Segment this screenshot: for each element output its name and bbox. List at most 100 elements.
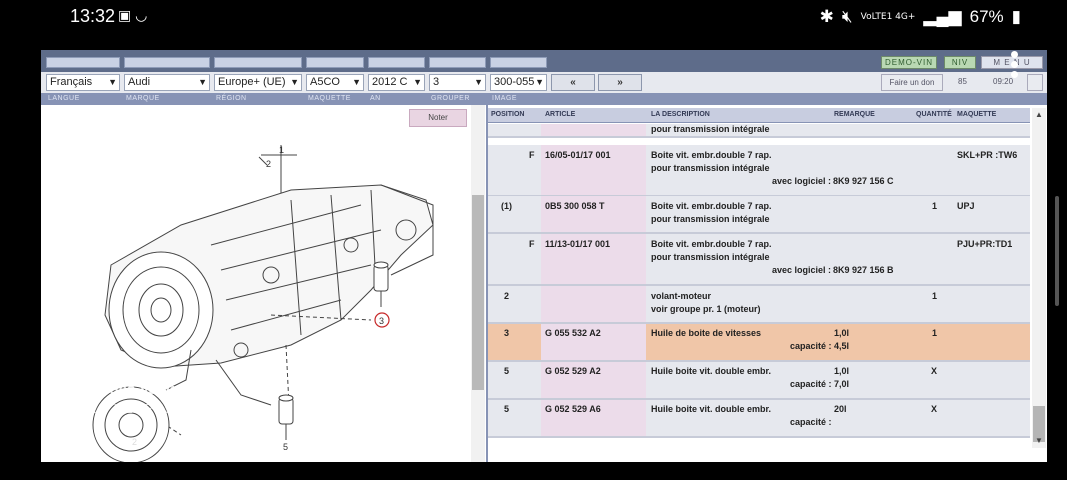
position-value: 3 — [504, 328, 510, 338]
quantity-value: 1 — [932, 328, 938, 338]
year-select[interactable]: 2012 C ▼ — [368, 74, 425, 91]
chevron-down-icon: ▼ — [413, 77, 422, 87]
previous-button[interactable]: « — [551, 74, 595, 91]
network-label: VoLTE1 4G+ — [860, 11, 916, 22]
demo-vin-button[interactable]: DEMO-VIN — [881, 56, 937, 69]
chevron-down-icon: ▼ — [352, 77, 361, 87]
remark-value: 20l — [834, 404, 847, 414]
label-region: RÉGION — [216, 95, 247, 102]
table-scrollbar[interactable]: ▲ ▼ — [1032, 108, 1046, 448]
position-value: 2 — [504, 291, 510, 301]
mute-icon: 🔇︎ — [841, 7, 853, 26]
signal-icon: ▂▄▆ — [923, 7, 962, 26]
quantity-value: 1 — [932, 291, 938, 301]
remark-label: capacité : — [790, 379, 832, 389]
table-header: POSITION ARTICLE LA DESCRIPTION REMARQUE… — [488, 108, 1030, 123]
quantity-value: X — [931, 366, 938, 376]
diagram-scrollbar[interactable] — [471, 105, 485, 462]
article-value: G 052 529 A6 — [545, 404, 601, 414]
status-bar: 13:32 ▣ ◡ ✱ 🔇︎ VoLTE1 4G+ ▂▄▆ 67% ▮ — [0, 0, 1067, 34]
table-row[interactable]: 5 G 052 529 A2 Huile boite vit. double e… — [488, 362, 1030, 400]
callout-2: 2 — [266, 159, 271, 169]
donate-button[interactable]: Faire un don — [881, 74, 943, 91]
chevron-down-icon: ▼ — [198, 77, 207, 87]
label-language: LANGUE — [48, 95, 80, 102]
model-value: UPJ — [957, 201, 975, 211]
callout-3: 3 — [379, 316, 384, 326]
flag-cell: F — [529, 150, 535, 160]
description-line: Boite vit. embr.double 7 rap. — [651, 150, 772, 160]
toolbar-field — [429, 57, 486, 68]
col-remark: REMARQUE — [834, 111, 875, 118]
article-value: G 055 532 A2 — [545, 328, 601, 338]
video-frame[interactable]: DEMO-VIN NIV M E N U Français▼ Audi▼ Eur… — [41, 50, 1047, 462]
remark-value: 1,0l — [834, 366, 850, 376]
table-row[interactable]: (1) 0B5 300 058 T Boite vit. embr.double… — [488, 196, 1030, 234]
description-line: Huile de boite de vitesses — [651, 328, 762, 338]
next-button[interactable]: » — [598, 74, 642, 91]
description-line: voir groupe pr. 1 (moteur) — [651, 304, 761, 314]
video-overlay: Scalpa des Vosges IL Y A 3 HEURES — [57, 381, 192, 416]
remark-value: 1,0l — [834, 328, 850, 338]
callout-5: 5 — [283, 442, 288, 452]
description-line: Boite vit. embr.double 7 rap. — [651, 201, 772, 211]
scroll-up-icon[interactable]: ▲ — [1035, 110, 1043, 119]
scroll-rail — [1055, 196, 1059, 306]
table-row[interactable]: 5 G 052 529 A6 Huile boite vit. double e… — [488, 400, 1030, 438]
description-line: pour transmission intégrale — [651, 163, 770, 173]
channel-name: Scalpa des Vosges — [57, 381, 192, 398]
niv-button[interactable]: NIV — [944, 56, 976, 69]
scroll-down-icon[interactable]: ▼ — [1035, 436, 1043, 445]
region-select[interactable]: Europe+ (UE) ▼ — [214, 74, 302, 91]
table-row[interactable]: F 11/13-01/17 001 Boite vit. embr.double… — [488, 234, 1030, 286]
quantity-value: 1 — [932, 201, 938, 211]
table-row[interactable]: pour transmission intégrale — [488, 124, 1030, 138]
model-value: SKL+PR :TW6 — [957, 150, 1018, 160]
col-description: LA DESCRIPTION — [651, 111, 710, 118]
article-value: 11/13-01/17 001 — [545, 239, 611, 249]
brand-select[interactable]: Audi ▼ — [124, 74, 210, 91]
label-group: GROUPER — [431, 95, 470, 102]
description-line: Boite vit. embr.double 7 rap. — [651, 239, 772, 249]
description-line: pour transmission intégrale — [651, 214, 770, 224]
label-brand: MARQUE — [126, 95, 160, 102]
upload-age: IL Y A 3 HEURES — [57, 401, 174, 416]
diagram-scroll-thumb[interactable] — [472, 195, 484, 390]
remark-value: 8K9 927 156 B — [833, 265, 894, 275]
toolbar-field — [306, 57, 364, 68]
selector-row: Français ▼ Audi ▼ Europe+ (UE) ▼ A5CO ▼ 2012… — [41, 72, 1047, 93]
extra-button[interactable] — [1027, 74, 1043, 91]
description-line: Huile boite vit. double embr. — [651, 366, 772, 376]
toolbar-field — [124, 57, 210, 68]
table-row-selected[interactable]: 3 G 055 532 A2 Huile de boite de vitesse… — [488, 324, 1030, 362]
battery-level: 67% — [969, 7, 1004, 26]
col-model: MAQUETTE — [957, 111, 997, 118]
chevron-down-icon: ▼ — [108, 77, 117, 87]
toolbar-field — [46, 57, 120, 68]
position-value: 5 — [504, 366, 510, 376]
position-value: (1) — [501, 201, 512, 211]
clock-value: 09:20 — [993, 77, 1014, 86]
table-row[interactable]: 2 volant-moteur voir groupe pr. 1 (moteu… — [488, 286, 1030, 324]
callout-2-bottom: 2 — [132, 437, 138, 447]
image-select[interactable]: 300-055 ▼ — [490, 74, 547, 91]
article-value: 16/05-01/17 001 — [545, 150, 611, 160]
chevron-down-icon: ▼ — [474, 77, 483, 87]
callout-1: 1 — [279, 145, 284, 155]
table-row[interactable]: F 16/05-01/17 001 Boite vit. embr.double… — [488, 145, 1030, 197]
remark-label: capacité : — [790, 341, 832, 351]
quantity-value: X — [931, 404, 938, 414]
gallery-icon: ▣ ◡ — [118, 7, 148, 23]
remark-label: avec logiciel : — [772, 176, 832, 186]
col-quantity: QUANTITÉ — [916, 111, 952, 118]
description-line: pour transmission intégrale — [651, 252, 770, 262]
model-select[interactable]: A5CO ▼ — [306, 74, 364, 91]
status-time: 13:32 — [70, 6, 116, 26]
article-value: G 052 529 A2 — [545, 366, 601, 376]
col-position: POSITION — [491, 111, 525, 118]
language-select[interactable]: Français ▼ — [46, 74, 120, 91]
article-cell — [541, 124, 646, 136]
toolbar-field — [368, 57, 425, 68]
selector-labels: LANGUE MARQUE RÉGION MAQUETTE AN GROUPER… — [41, 93, 1047, 105]
group-select[interactable]: 3 ▼ — [429, 74, 486, 91]
